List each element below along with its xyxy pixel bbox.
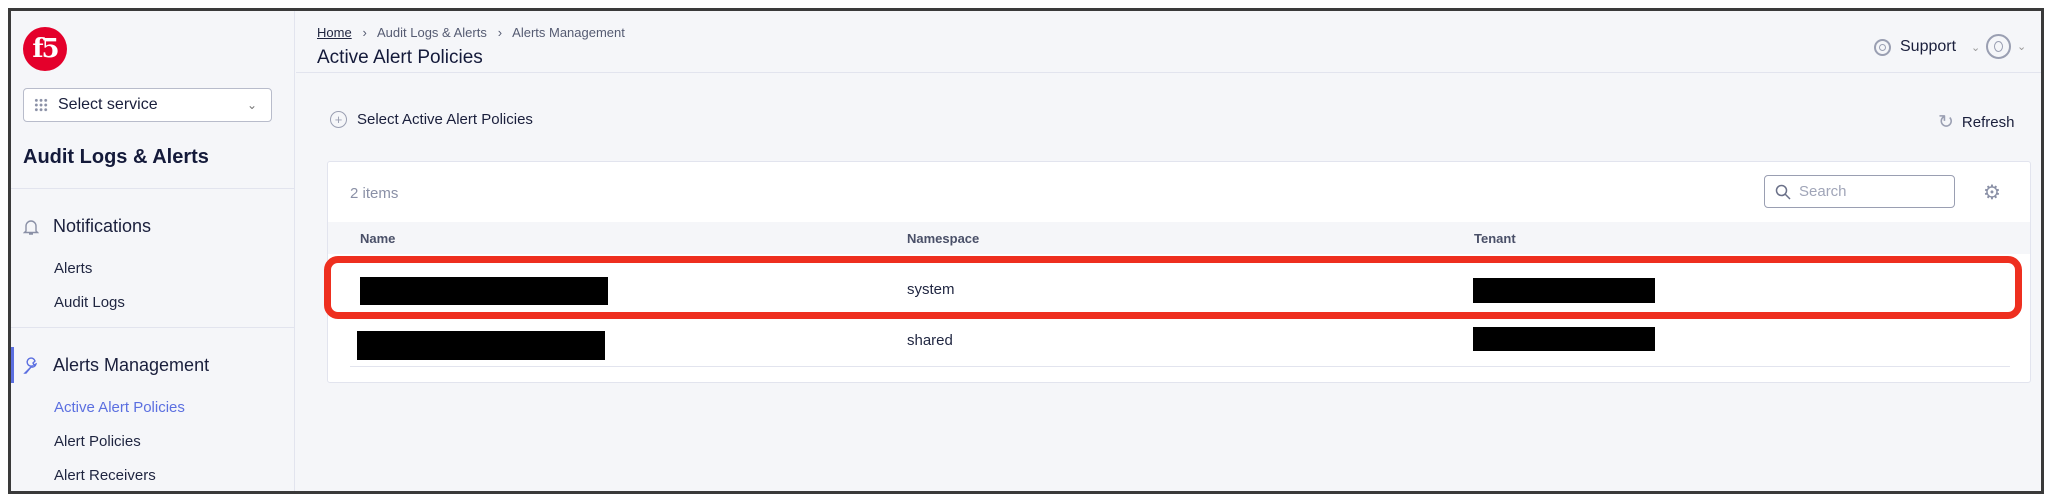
breadcrumb-separator: › [490,25,510,40]
plus-circle-icon: + [330,111,347,128]
app-window: f5 Select service ⌄ Audit Logs & Alerts … [8,8,2044,494]
redacted-tenant [1473,327,1655,351]
column-tenant[interactable]: Tenant [1474,231,1516,246]
column-name[interactable]: Name [360,231,395,246]
grid-icon [34,98,48,112]
sidebar-group-notifications[interactable]: Notifications [23,216,151,237]
redacted-name [357,331,605,360]
wrench-icon [23,356,37,374]
select-active-alert-policies-button[interactable]: + Select Active Alert Policies [330,111,533,128]
breadcrumb-audit-logs[interactable]: Audit Logs & Alerts [377,25,487,40]
refresh-icon: ↻ [1938,112,1954,133]
search-icon [1775,184,1791,200]
active-indicator [11,347,14,383]
row-divider [350,366,2010,367]
f5-logo[interactable]: f5 [23,27,67,71]
chevron-down-icon: ⌄ [246,98,257,112]
breadcrumb: Home › Audit Logs & Alerts › Alerts Mana… [317,25,625,40]
gear-icon[interactable]: ⚙ [1983,180,2001,205]
select-service-label: Select service [58,96,158,113]
table-header: Name Namespace Tenant [328,222,2030,254]
sidebar: f5 Select service ⌄ Audit Logs & Alerts … [11,11,295,491]
sidebar-item-alert-receivers[interactable]: Alert Receivers [54,467,156,484]
sidebar-item-alert-policies[interactable]: Alert Policies [54,433,141,450]
support-menu[interactable]: Support ⌄ [1874,38,1980,56]
search-input[interactable]: Search [1764,175,1955,208]
chevron-down-icon: ⌄ [2017,41,2027,53]
breadcrumb-separator: › [355,25,375,40]
page-header: Home › Audit Logs & Alerts › Alerts Mana… [296,11,2041,73]
column-namespace[interactable]: Namespace [907,231,979,246]
highlight-annotation [324,256,2022,319]
sidebar-item-audit-logs[interactable]: Audit Logs [54,294,125,311]
item-count: 2 items [350,185,399,202]
bell-icon [23,219,39,235]
user-avatar-icon [1986,34,2011,59]
sidebar-item-active-alert-policies[interactable]: Active Alert Policies [54,399,185,416]
sidebar-item-alerts[interactable]: Alerts [54,260,92,277]
lifebuoy-icon [1874,38,1891,56]
refresh-button[interactable]: ↻ Refresh [1938,111,2014,134]
divider [11,327,295,328]
breadcrumb-alerts-management: Alerts Management [512,25,625,40]
main-content: Home › Audit Logs & Alerts › Alerts Mana… [296,11,2041,491]
section-title: Audit Logs & Alerts [23,146,209,168]
chevron-down-icon: ⌄ [1971,41,1981,54]
user-menu[interactable]: ⌄ [1986,34,2026,59]
divider [11,188,295,189]
namespace-cell: shared [907,332,953,349]
sidebar-group-alerts-management[interactable]: Alerts Management [23,355,209,376]
select-service-dropdown[interactable]: Select service ⌄ [23,88,272,122]
page-title: Active Alert Policies [317,47,483,68]
breadcrumb-home[interactable]: Home [317,25,352,40]
search-placeholder: Search [1799,183,1847,200]
